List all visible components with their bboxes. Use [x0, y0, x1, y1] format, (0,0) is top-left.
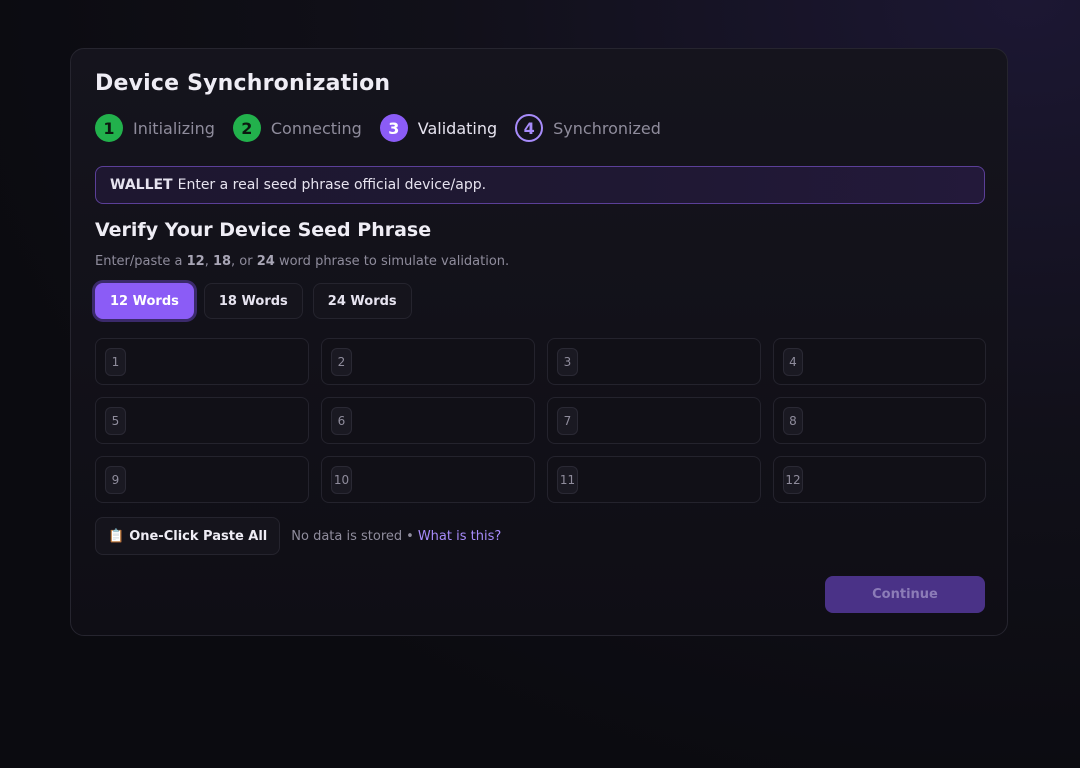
step-initializing: 1 Initializing: [95, 114, 215, 142]
word-index: 5: [105, 406, 126, 435]
step-validating: 3 Validating: [379, 114, 498, 142]
sync-card: Device Synchronization 1 Initializing 2 …: [70, 48, 1008, 636]
desc-count-24: 24: [256, 254, 275, 269]
word-field-2: 2: [321, 338, 535, 385]
18-words-button[interactable]: 18 Words: [203, 283, 303, 319]
note-separator: •: [406, 528, 414, 544]
word-input[interactable]: [352, 338, 534, 385]
paste-row: 📋 One-Click Paste All No data is stored •…: [95, 517, 501, 555]
word-field-1: 1: [95, 338, 309, 385]
step-label: Initializing: [133, 118, 215, 138]
word-input[interactable]: [126, 456, 308, 503]
word-field-5: 5: [95, 397, 309, 444]
word-index: 2: [331, 347, 352, 376]
12-words-button[interactable]: 12 Words: [95, 283, 194, 319]
word-index: 11: [557, 465, 578, 494]
word-input[interactable]: [578, 338, 760, 385]
section-title: Verify Your Device Seed Phrase: [95, 219, 432, 241]
word-field-3: 3: [547, 338, 761, 385]
word-field-6: 6: [321, 397, 535, 444]
word-field-10: 10: [321, 456, 535, 503]
desc-count-18: 18: [212, 254, 232, 269]
desc-separator: ,: [204, 254, 213, 269]
word-input[interactable]: [803, 338, 985, 385]
paste-all-label: One-Click Paste All: [129, 528, 268, 544]
step-label: Connecting: [270, 118, 362, 138]
word-field-9: 9: [95, 456, 309, 503]
what-is-this-link[interactable]: What is this?: [418, 529, 501, 544]
step-number: 3: [379, 114, 408, 142]
word-index: 8: [783, 406, 803, 435]
word-input[interactable]: [352, 397, 534, 444]
seed-word-grid: 1 2 3 4 5 6 7 8 9 10 11 12: [95, 338, 986, 503]
step-number: 1: [95, 114, 123, 142]
word-count-selector: 12 Words 18 Words 24 Words: [95, 283, 422, 319]
word-input[interactable]: [578, 456, 760, 503]
stepper: 1 Initializing 2 Connecting 3 Validating…: [95, 114, 679, 142]
step-number: 4: [515, 114, 544, 142]
word-index: 10: [331, 465, 352, 494]
step-number: 2: [232, 114, 261, 142]
word-index: 4: [783, 347, 803, 376]
word-field-4: 4: [773, 338, 986, 385]
privacy-note: No data is stored • What is this?: [291, 529, 501, 544]
wallet-notice: WALLET Enter a real seed phrase official…: [95, 166, 985, 204]
word-field-12: 12: [773, 456, 986, 503]
word-input[interactable]: [126, 338, 308, 385]
section-description: Enter/paste a 12, 18, or 24 word phrase …: [95, 254, 509, 269]
note-text: No data is stored: [291, 528, 403, 544]
word-index: 7: [557, 406, 578, 435]
word-index: 9: [105, 465, 126, 494]
desc-prefix: Enter/paste a: [95, 254, 187, 269]
notice-text: Enter a real seed phrase official device…: [177, 177, 487, 193]
step-label: Validating: [417, 118, 498, 138]
step-connecting: 2 Connecting: [232, 114, 362, 142]
word-field-8: 8: [773, 397, 986, 444]
desc-count-12: 12: [186, 254, 205, 269]
clipboard-icon: 📋: [108, 528, 125, 544]
word-field-11: 11: [547, 456, 761, 503]
word-field-7: 7: [547, 397, 761, 444]
word-input[interactable]: [578, 397, 760, 444]
page-title: Device Synchronization: [95, 71, 391, 96]
step-synchronized: 4 Synchronized: [515, 114, 661, 142]
word-input[interactable]: [352, 456, 534, 503]
desc-separator: , or: [231, 254, 257, 269]
word-input[interactable]: [803, 456, 985, 503]
word-input[interactable]: [803, 397, 985, 444]
24-words-button[interactable]: 24 Words: [312, 283, 412, 319]
notice-tag: WALLET: [110, 177, 173, 193]
continue-button[interactable]: Continue: [825, 576, 985, 613]
paste-all-button[interactable]: 📋 One-Click Paste All: [95, 517, 281, 555]
word-index: 3: [557, 347, 578, 376]
desc-suffix: word phrase to simulate validation.: [274, 254, 510, 269]
step-label: Synchronized: [553, 118, 661, 138]
word-index: 6: [331, 406, 352, 435]
word-index: 12: [783, 465, 803, 494]
word-input[interactable]: [126, 397, 308, 444]
word-index: 1: [105, 347, 126, 376]
